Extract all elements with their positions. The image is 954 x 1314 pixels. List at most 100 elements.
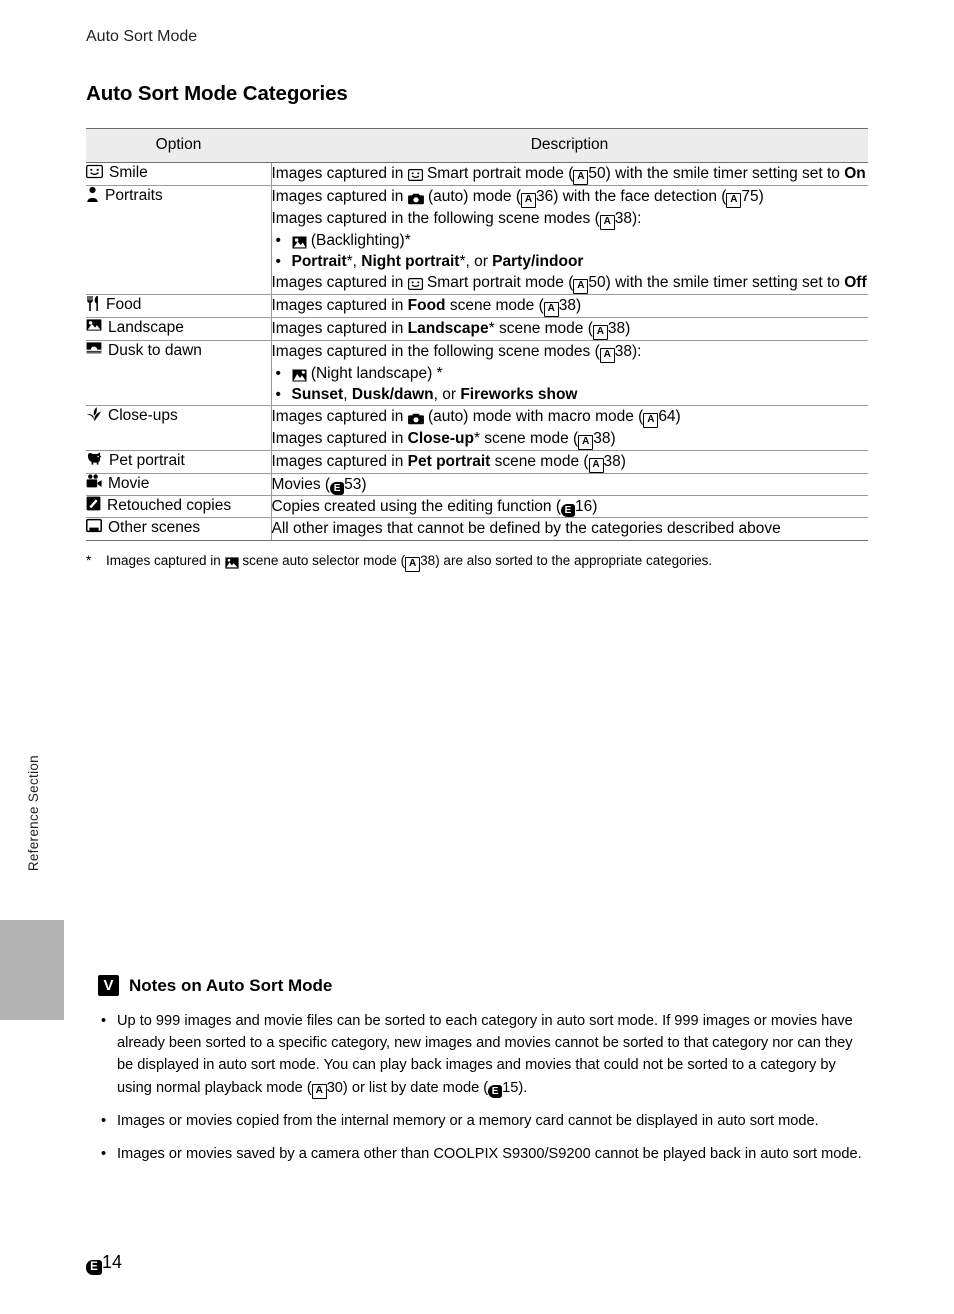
text-fragment: Images captured in <box>271 165 408 182</box>
section-tab-label: Reference Section <box>26 755 41 872</box>
text-fragment: scene auto selector mode ( <box>238 552 406 568</box>
caution-icon: V <box>98 975 119 996</box>
text-fragment: Images captured in <box>271 430 408 448</box>
text-fragment: 38) <box>603 453 626 471</box>
page-title: Auto Sort Mode Categories <box>86 82 348 105</box>
reference-ref-icon: E <box>330 482 345 496</box>
description-cell-dusk-to-dawn: Images captured in the following scene m… <box>271 340 869 407</box>
page-ref-icon: A <box>521 193 536 208</box>
text-fragment: * scene mode ( <box>473 430 579 448</box>
text-fragment: 38) <box>593 430 616 448</box>
table-row: Retouched copies Copies created using th… <box>86 495 868 519</box>
page-ref-icon: A <box>588 458 604 474</box>
text-fragment: 64) <box>658 408 681 426</box>
text-fragment: Copies created using the editing functio… <box>271 498 562 516</box>
bold-term: Party/indoor <box>492 253 584 271</box>
text-fragment: Images or movies copied from the interna… <box>117 1112 819 1129</box>
text-fragment: * scene mode ( <box>488 320 593 338</box>
desc-line: Images captured in Close-up* scene mode … <box>271 428 869 451</box>
bold-term: Off <box>844 274 867 292</box>
night-landscape-icon <box>292 368 307 384</box>
text-fragment: Images captured in the following scene m… <box>271 343 600 361</box>
text-fragment: 75) <box>741 188 764 205</box>
text-fragment: All other images that cannot be defined … <box>271 520 781 538</box>
list-item: Portrait*, Night portrait*, or Party/ind… <box>272 251 869 272</box>
option-cell-other-scenes: Other scenes <box>86 517 272 541</box>
text-fragment: 30) or list by date mode ( <box>326 1079 489 1096</box>
description-cell-movie: Movies (E 53) <box>271 473 868 497</box>
pet-portrait-icon <box>86 451 103 466</box>
list-item: (Backlighting)* <box>272 230 869 251</box>
movie-camera-icon <box>86 474 102 489</box>
option-label: Movie <box>108 475 150 493</box>
option-label: Smile <box>109 164 148 181</box>
option-label: Other scenes <box>108 519 201 537</box>
text-fragment: Movies ( <box>271 476 331 494</box>
text-fragment: Images captured in <box>271 188 408 205</box>
text-fragment: Images captured in <box>271 453 408 471</box>
bold-term: Pet portrait <box>407 453 491 471</box>
table-row: Smile Images captured in Smart portrait … <box>86 162 868 186</box>
camera-auto-icon <box>407 411 424 427</box>
bold-term: On <box>844 165 866 182</box>
smart-portrait-icon <box>407 277 423 293</box>
description-cell-landscape: Images captured in Landscape* scene mode… <box>271 317 868 342</box>
text-fragment: (Backlighting)* <box>310 232 411 249</box>
text-fragment: 38) <box>558 297 582 315</box>
table-header-row: Option Description <box>86 128 868 163</box>
table-row: Portraits Images captured in (auto) mode… <box>86 184 869 296</box>
page-ref-icon: A <box>599 348 615 364</box>
table-row: Landscape Images captured in Landscape* … <box>86 317 868 342</box>
option-cell-smile: Smile <box>86 162 272 186</box>
bold-term: Landscape <box>407 320 489 338</box>
backlighting-icon <box>292 235 307 251</box>
page-folio: E 14 <box>86 1252 122 1275</box>
text-fragment: Images captured in <box>271 274 408 292</box>
retouch-icon <box>86 496 101 511</box>
page-ref-icon: A <box>311 1083 327 1099</box>
text-fragment: 15). <box>502 1079 528 1096</box>
desc-line: Images captured in (auto) mode (A 36) wit… <box>272 186 869 208</box>
description-cell-close-ups: Images captured in (auto) mode with macr… <box>271 405 869 452</box>
notes-title: Notes on Auto Sort Mode <box>129 975 333 995</box>
close-up-flower-icon <box>86 406 102 422</box>
text-fragment: 38) <box>607 320 631 338</box>
list-item: (Night landscape) * <box>272 363 869 384</box>
option-cell-close-ups: Close-ups <box>86 405 272 452</box>
page-ref-icon: A <box>573 170 589 185</box>
page-ref-icon: A <box>599 215 615 230</box>
text-fragment: Smart portrait mode ( <box>422 165 574 182</box>
table-row: Movie Movies (E 53) <box>86 473 868 497</box>
footnote-marker: * <box>86 552 92 568</box>
desc-line: Images captured in the following scene m… <box>272 208 869 230</box>
text-fragment: Images captured in <box>271 408 408 426</box>
text-fragment: Smart portrait mode ( <box>422 274 574 292</box>
table-row: Dusk to dawn Images captured in the foll… <box>86 340 869 407</box>
description-cell-food: Images captured in Food scene mode (A 38) <box>271 294 868 319</box>
text-fragment: , <box>343 386 352 404</box>
option-label: Retouched copies <box>107 497 232 515</box>
other-scenes-icon <box>86 518 102 533</box>
camera-auto-icon <box>407 191 424 207</box>
landscape-icon <box>86 318 102 332</box>
desc-bullet-list: (Night landscape) * Sunset, Dusk/dawn, o… <box>272 363 869 405</box>
bold-term: Food <box>407 297 446 315</box>
running-head: Auto Sort Mode <box>86 28 198 45</box>
column-header-description: Description <box>271 128 868 163</box>
option-cell-portraits: Portraits <box>86 184 272 296</box>
description-cell-smile: Images captured in Smart portrait mode (… <box>271 162 868 186</box>
text-fragment: scene mode ( <box>445 297 544 315</box>
text-fragment: (auto) mode with macro mode ( <box>423 408 644 426</box>
text-fragment: 38) are also sorted to the appropriate c… <box>420 552 713 568</box>
text-fragment: Images captured in <box>271 297 408 315</box>
option-label: Dusk to dawn <box>108 342 202 360</box>
dusk-dawn-icon <box>86 341 102 355</box>
page-ref-icon: A <box>543 302 559 318</box>
text-fragment: 38): <box>614 210 642 227</box>
desc-line: Images captured in (auto) mode with macr… <box>271 406 869 429</box>
text-fragment: Images or movies saved by a camera other… <box>117 1145 862 1162</box>
page-ref-icon: A <box>405 556 421 572</box>
main-content: Auto Sort Mode Categories Option Descrip… <box>86 82 870 572</box>
desc-line: Images captured in the following scene m… <box>271 341 869 364</box>
portrait-person-icon <box>86 186 99 203</box>
